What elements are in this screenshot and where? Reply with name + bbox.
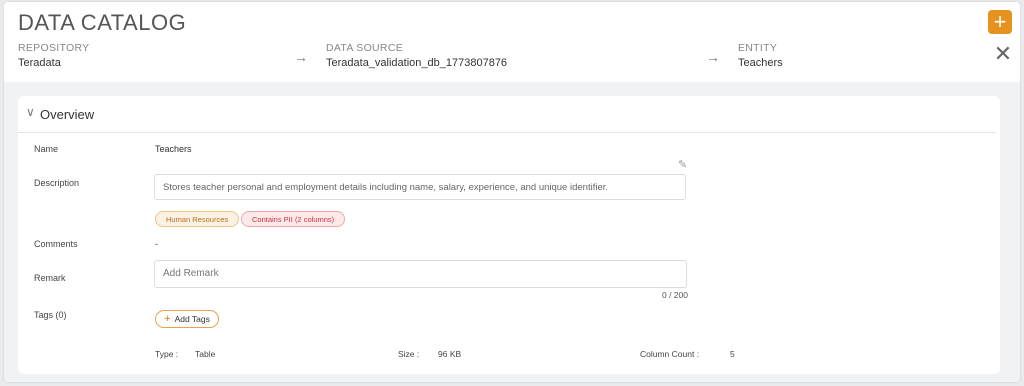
comments-label: Comments	[34, 239, 78, 249]
overview-header[interactable]: ∨ Overview	[18, 96, 996, 133]
breadcrumb-label: DATA SOURCE	[326, 42, 404, 54]
breadcrumb-entity[interactable]: ENTITY Teachers	[738, 42, 783, 69]
size-label: Size :	[398, 349, 420, 359]
breadcrumb-value: Teradata_validation_db_1773807876	[326, 57, 508, 69]
plus-icon: +	[164, 313, 171, 325]
name-value: Teachers	[155, 144, 192, 154]
overview-title: Overview	[40, 107, 95, 122]
column-count-label: Column Count :	[640, 349, 700, 359]
size-value: 96 KB	[438, 349, 462, 359]
breadcrumb-value: Teachers	[738, 57, 783, 69]
remark-char-counter: 0 / 200	[662, 290, 688, 300]
add-tags-label: Add Tags	[174, 314, 210, 324]
page-title: DATA CATALOG	[18, 10, 187, 35]
type-label: Type :	[155, 349, 179, 359]
column-count-value: 5	[730, 349, 735, 359]
breadcrumb-repository[interactable]: REPOSITORY Teradata	[18, 42, 89, 69]
close-button[interactable]: ✕	[993, 41, 1013, 66]
chevron-down-icon[interactable]: ∨	[26, 105, 35, 119]
add-button[interactable]: +	[988, 10, 1012, 34]
plus-icon: +	[993, 9, 1007, 34]
tag-chip-contains-pii: Contains PII (2 columns)	[241, 211, 346, 227]
catalog-header: DATA CATALOG REPOSITORY Teradata → DATA …	[4, 2, 1020, 82]
remark-label: Remark	[34, 273, 66, 283]
breadcrumb-data-source[interactable]: DATA SOURCE Teradata_validation_db_17738…	[326, 42, 507, 69]
remark-input[interactable]: Add Remark	[154, 260, 687, 288]
data-catalog-panel: DATA CATALOG REPOSITORY Teradata → DATA …	[4, 2, 1020, 382]
tag-chip-human-resources: Human Resources	[155, 211, 240, 227]
tags-label: Tags (0)	[34, 310, 67, 320]
breadcrumb-value: Teradata	[18, 57, 61, 69]
overview-card: ∨ Overview Name Teachers ✎ Description S…	[18, 96, 1000, 374]
breadcrumb-label: REPOSITORY	[18, 42, 90, 54]
description-field[interactable]: Stores teacher personal and employment d…	[154, 174, 686, 200]
pencil-icon[interactable]: ✎	[678, 158, 687, 171]
type-value: Table	[195, 349, 216, 359]
close-icon: ✕	[993, 41, 1013, 66]
add-tags-button[interactable]: + Add Tags	[155, 310, 219, 328]
name-label: Name	[34, 144, 59, 154]
description-label: Description	[34, 178, 80, 188]
comments-value: -	[155, 239, 158, 249]
arrow-right-icon: →	[294, 49, 308, 65]
arrow-right-icon: →	[706, 49, 720, 65]
breadcrumb-label: ENTITY	[738, 42, 778, 54]
